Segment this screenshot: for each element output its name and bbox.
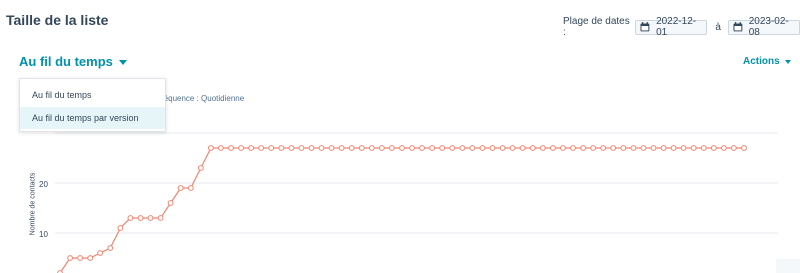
data-point[interactable] [379,145,385,151]
data-point[interactable] [560,145,566,151]
data-point[interactable] [519,145,526,151]
list-size-line-chart [55,132,778,273]
data-point[interactable] [439,145,446,151]
data-point[interactable] [680,145,687,151]
data-point[interactable] [117,225,124,231]
scrollbar-corner [776,259,800,273]
data-point[interactable] [499,145,506,151]
data-point[interactable] [580,145,586,151]
data-point[interactable] [419,145,426,151]
data-point[interactable] [268,145,275,151]
data-point[interactable] [328,145,335,151]
data-point[interactable] [721,145,727,151]
y-tick-label: 20 [39,180,48,189]
data-point[interactable] [610,145,617,151]
data-point[interactable] [147,215,154,221]
data-point[interactable] [218,145,224,151]
data-point[interactable] [288,145,295,151]
data-point[interactable] [338,145,345,151]
data-point[interactable] [429,145,436,151]
data-point[interactable] [409,145,416,151]
data-point[interactable] [570,145,576,151]
data-point[interactable] [550,145,556,151]
data-point[interactable] [318,145,325,151]
data-point[interactable] [87,255,94,261]
data-point[interactable] [600,145,607,151]
y-axis-label: Nombre de contacts [29,172,37,236]
data-point[interactable] [399,145,405,151]
data-point[interactable] [650,145,657,151]
data-point[interactable] [308,145,315,151]
data-point[interactable] [710,145,717,151]
data-point[interactable] [670,145,677,151]
data-point[interactable] [298,145,305,151]
data-point[interactable] [459,145,466,151]
data-point[interactable] [449,145,456,151]
data-point[interactable] [469,145,476,151]
data-point[interactable] [208,145,214,151]
menu-item-over-time-by-version[interactable]: Au fil du temps par version [20,107,165,129]
data-point[interactable] [97,250,104,256]
data-point[interactable] [228,145,234,151]
data-point[interactable] [660,145,667,151]
data-point[interactable] [389,145,395,151]
data-point[interactable] [348,145,355,151]
data-point[interactable] [479,145,486,151]
data-point[interactable] [529,145,536,151]
view-options-menu: Au fil du temps Au fil du temps par vers… [19,78,166,132]
data-point[interactable] [187,185,194,191]
data-point[interactable] [620,145,627,151]
y-tick-label: 10 [39,230,48,239]
data-point[interactable] [238,145,245,151]
menu-item-over-time[interactable]: Au fil du temps [20,84,165,106]
data-point[interactable] [167,200,174,206]
data-point[interactable] [539,145,546,151]
data-point[interactable] [258,145,265,151]
data-point[interactable] [248,145,255,151]
data-point[interactable] [489,145,496,151]
data-point[interactable] [127,215,134,221]
data-point[interactable] [690,145,697,151]
data-point[interactable] [67,255,73,261]
data-point[interactable] [368,145,375,151]
data-point[interactable] [278,145,285,151]
data-point[interactable] [157,215,164,221]
data-point[interactable] [177,185,184,191]
data-point[interactable] [731,145,737,151]
data-point[interactable] [358,145,365,151]
data-point[interactable] [107,245,114,251]
data-point[interactable] [630,145,637,151]
data-point[interactable] [509,145,516,151]
data-point[interactable] [590,145,596,151]
data-point[interactable] [640,145,647,151]
data-point[interactable] [197,165,204,171]
series-line [59,147,744,273]
data-point[interactable] [741,145,747,151]
data-point[interactable] [77,255,83,261]
data-point[interactable] [700,145,707,151]
data-point[interactable] [137,215,144,221]
